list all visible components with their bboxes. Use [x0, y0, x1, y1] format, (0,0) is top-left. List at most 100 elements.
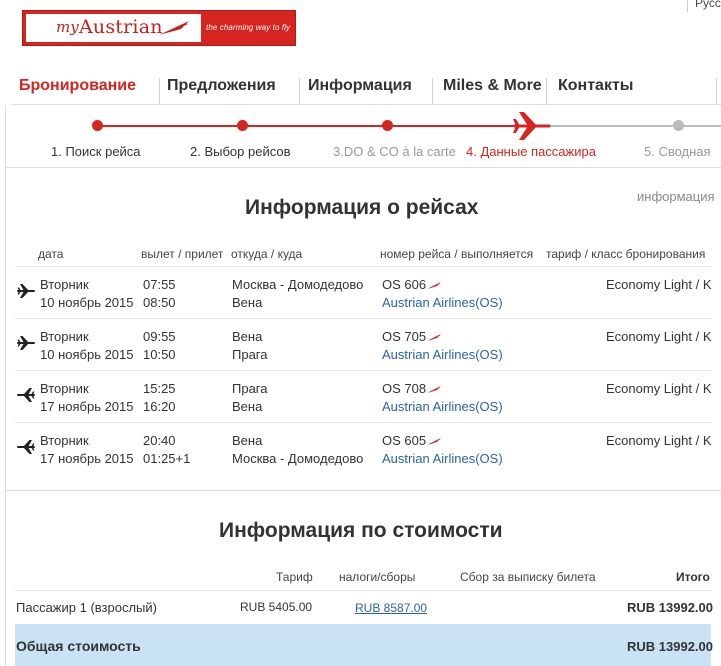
flight-departure-time: 15:25 [143, 381, 176, 396]
flight-arrival-time: 16:20 [143, 399, 176, 414]
flight-fare-class: Economy Light / K [606, 381, 712, 396]
flight-date: 17 ноябрь 2015 [40, 399, 134, 414]
flight-fare-class: Economy Light / K [606, 329, 712, 344]
step-2-flight-selection[interactable]: 2. Выбор рейсов [190, 144, 291, 159]
flight-carrier: Austrian Airlines(OS) [382, 399, 503, 414]
flight-arrival-time: 10:50 [143, 347, 176, 362]
progress-dot-step-5 [673, 120, 684, 131]
flights-title: Информация о рейсах [245, 196, 479, 219]
flight-origin: Прага [232, 381, 268, 396]
step-4-passenger-data: 4. Данные пассажира [466, 144, 596, 159]
flight-number: OS 605 [382, 433, 442, 448]
austrian-tail-icon [427, 438, 442, 445]
flight-number-text: OS 606 [382, 277, 427, 292]
flight-departure-time: 20:40 [143, 433, 176, 448]
flight-origin: Москва - Домодедово [232, 277, 364, 292]
nav-item-miles-more[interactable]: Miles & More [443, 72, 542, 105]
progress-dot-step-2 [237, 120, 248, 131]
main-nav: Бронирование Предложения Информация Mile… [12, 72, 721, 105]
austrian-tail-icon [427, 334, 442, 341]
flights-header-depart-arrive: вылет / прилет [141, 247, 224, 261]
logo-slogan: the charming way to fly [206, 23, 291, 32]
flight-day: Вторник [40, 329, 89, 344]
austrian-tail-icon [427, 386, 442, 393]
passenger-total: RUB 13992.00 [627, 600, 713, 615]
section-divider [5, 490, 721, 491]
passenger-label: Пассажир 1 (взрослый) [16, 600, 157, 615]
austrian-tail-icon [427, 282, 442, 289]
flight-arrival-time: 01:25+1 [143, 451, 191, 466]
pricing-header-ticketing-fee: Сбор за выписку билета [460, 570, 596, 584]
progress-dot-step-3 [382, 120, 393, 131]
flight-number: OS 606 [382, 277, 442, 292]
flight-carrier: Austrian Airlines(OS) [382, 347, 503, 362]
return-plane-icon [17, 440, 35, 454]
language-selector[interactable]: Русс [687, 0, 721, 12]
nav-item-contacts[interactable]: Контакты [558, 72, 633, 105]
row-divider [15, 370, 711, 371]
flight-destination: Вена [232, 295, 263, 310]
nav-item-offers[interactable]: Предложения [167, 72, 276, 105]
pricing-title: Информация по стоимости [219, 519, 503, 542]
flight-date: 10 ноябрь 2015 [40, 347, 134, 362]
flight-date: 10 ноябрь 2015 [40, 295, 134, 310]
flight-departure-time: 07:55 [143, 277, 176, 292]
flight-date: 17 ноябрь 2015 [40, 451, 134, 466]
flight-day: Вторник [40, 433, 89, 448]
flight-origin: Вена [232, 329, 263, 344]
logo-my-text: my [56, 18, 79, 36]
flight-number-text: OS 605 [382, 433, 427, 448]
flight-fare-class: Economy Light / K [606, 433, 712, 448]
flight-number-text: OS 708 [382, 381, 427, 396]
booking-progress: 1. Поиск рейса 2. Выбор рейсов 3.DO & CO… [5, 106, 721, 168]
step-5-summary: 5. Сводная [644, 144, 711, 159]
progress-line-remaining [549, 125, 721, 127]
nav-item-booking[interactable]: Бронирование [19, 72, 136, 105]
flight-carrier: Austrian Airlines(OS) [382, 451, 503, 466]
flights-header-from-to: откуда / куда [231, 247, 303, 261]
row-divider [15, 422, 711, 423]
side-information-link[interactable]: информация [637, 189, 715, 204]
austrian-logo[interactable]: my Austrian the charming way to fly [22, 10, 296, 46]
passenger-taxes-link[interactable]: RUB 8587.00 [355, 601, 427, 615]
flight-number-text: OS 705 [382, 329, 427, 344]
flights-header-fare-class: тариф / класс бронирования [546, 247, 706, 261]
current-step-plane-icon [513, 112, 551, 140]
nav-divider [159, 78, 160, 104]
pricing-header-fare: Тариф [276, 570, 313, 584]
passenger-fare: RUB 5405.00 [240, 600, 313, 614]
flight-fare-class: Economy Light / K [606, 277, 712, 292]
step-1-flight-search[interactable]: 1. Поиск рейса [51, 144, 141, 159]
nav-divider [546, 78, 547, 104]
logo-brand-text: Austrian [79, 16, 163, 38]
outbound-plane-icon [17, 284, 35, 298]
flight-origin: Вена [232, 433, 263, 448]
progress-line-done [96, 125, 526, 127]
step-3-do-co-a-la-carte[interactable]: 3.DO & CO à la carte [333, 144, 456, 159]
logo-arrow-icon [159, 21, 189, 35]
main-content [5, 168, 721, 666]
pricing-header-divider [15, 590, 711, 591]
flights-header-divider [15, 266, 711, 267]
flight-destination: Прага [232, 347, 268, 362]
pricing-header-taxes: налоги/сборы [339, 570, 416, 584]
flight-destination: Москва - Домодедово [232, 451, 364, 466]
flight-departure-time: 09:55 [143, 329, 176, 344]
flight-day: Вторник [40, 381, 89, 396]
flights-header-flight-number: номер рейса / выполняется [380, 247, 534, 261]
nav-divider [716, 78, 717, 104]
logo-white-panel: my Austrian [26, 14, 201, 42]
pricing-header-total: Итого [676, 570, 710, 584]
outbound-plane-icon [17, 336, 35, 350]
grand-total-label: Общая стоимость [16, 638, 141, 654]
flight-destination: Вена [232, 399, 263, 414]
flight-carrier: Austrian Airlines(OS) [382, 295, 503, 310]
flight-number: OS 708 [382, 381, 442, 396]
return-plane-icon [17, 388, 35, 402]
flight-number: OS 705 [382, 329, 442, 344]
flights-header-date: дата [38, 247, 64, 261]
grand-total-value: RUB 13992.00 [627, 639, 713, 654]
nav-item-information[interactable]: Информация [308, 72, 412, 105]
nav-divider [432, 78, 433, 104]
flight-day: Вторник [40, 277, 89, 292]
